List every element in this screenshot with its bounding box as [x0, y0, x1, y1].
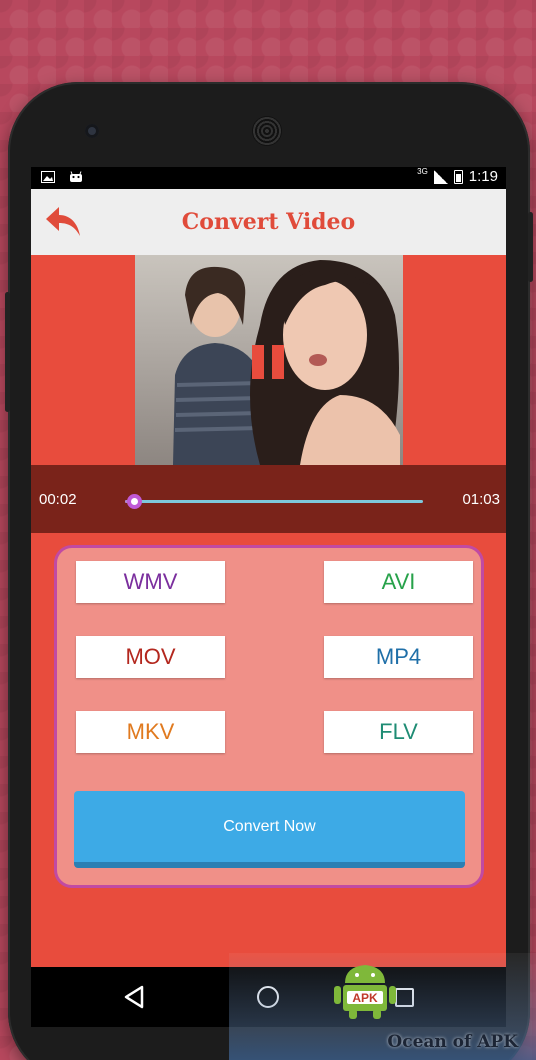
earpiece-speaker	[252, 116, 282, 146]
signal-icon	[433, 169, 448, 184]
seek-slider[interactable]	[125, 494, 423, 509]
clock: 1:19	[468, 168, 498, 185]
phone-screen: 3G 1:19 Convert Video 00:02 01:03 WMV AV…	[31, 167, 506, 1027]
watermark-logo-text: APK	[352, 991, 378, 1005]
android-apk-logo: APK	[334, 965, 396, 1019]
format-button-flv[interactable]: FLV	[324, 711, 473, 753]
app-bar: Convert Video	[31, 189, 506, 255]
back-triangle-icon[interactable]	[123, 985, 145, 1009]
battery-charging-icon	[453, 169, 463, 184]
format-button-mov[interactable]: MOV	[76, 636, 225, 678]
format-button-mkv[interactable]: MKV	[76, 711, 225, 753]
watermark: APK Ocean of APK	[229, 953, 536, 1060]
format-panel: WMV AVI MOV MP4 MKV FLV Convert Now	[54, 545, 484, 888]
format-button-avi[interactable]: AVI	[324, 561, 473, 603]
network-type: 3G	[417, 167, 428, 176]
video-player	[31, 255, 506, 465]
content-area: WMV AVI MOV MP4 MKV FLV Convert Now	[31, 533, 506, 967]
seek-thumb[interactable]	[126, 494, 142, 509]
convert-now-button[interactable]: Convert Now	[74, 791, 465, 868]
side-button	[5, 292, 10, 412]
image-icon	[41, 171, 55, 183]
volume-button	[528, 212, 533, 282]
current-time: 00:02	[39, 491, 77, 508]
format-button-mp4[interactable]: MP4	[324, 636, 473, 678]
watermark-text: Ocean of APK	[387, 1032, 518, 1052]
total-time: 01:03	[462, 491, 500, 508]
video-frame[interactable]	[135, 255, 403, 465]
seek-bar-area: 00:02 01:03	[31, 465, 506, 533]
status-bar: 3G 1:19	[31, 167, 506, 189]
android-debug-icon	[70, 171, 82, 182]
pause-icon[interactable]	[251, 345, 285, 379]
page-title: Convert Video	[181, 209, 356, 235]
front-camera	[85, 124, 99, 138]
format-button-wmv[interactable]: WMV	[76, 561, 225, 603]
